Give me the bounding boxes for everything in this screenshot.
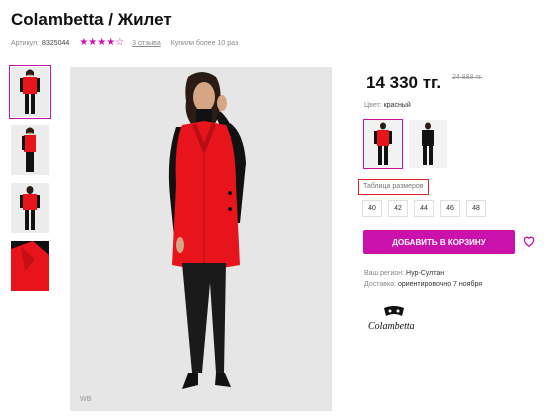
model-photo (70, 67, 332, 411)
old-price: 24 888 тг. (452, 74, 483, 81)
region-info: Ваш регион: Нур-Султан (364, 270, 444, 277)
svg-text:Colambetta: Colambetta (368, 321, 415, 332)
current-price: 14 330 тг. (366, 73, 442, 92)
size-option[interactable]: 46 (440, 200, 460, 217)
add-to-cart-button[interactable]: ДОБАВИТЬ В КОРЗИНУ (363, 230, 515, 254)
star-icon: ★ (97, 37, 107, 48)
color-label: Цвет: красный (364, 102, 411, 109)
color-option-black[interactable] (409, 120, 447, 168)
brand-logo[interactable]: Colambetta (366, 304, 422, 334)
heart-icon[interactable] (522, 234, 536, 248)
reviews-link[interactable]: 3 отзыва (132, 40, 161, 47)
size-options: 40 42 44 46 48 (362, 200, 492, 217)
sku-value: 8325044 (42, 39, 70, 47)
product-meta: Артикул: 8325044 ★ ★ ★ ★ ☆ 3 отзыва Купи… (11, 38, 238, 48)
region-label: Ваш регион: (364, 270, 405, 277)
star-empty-icon: ☆ (115, 37, 125, 48)
size-option[interactable]: 44 (414, 200, 434, 217)
star-icon: ★ (106, 37, 116, 48)
size-table-link[interactable]: Таблица размеров (358, 179, 429, 195)
size-option[interactable]: 42 (388, 200, 408, 217)
delivery-info: Доставка: ориентировочно 7 ноября (364, 281, 482, 288)
thumbnail-list (9, 65, 51, 299)
delivery-value: ориентировочно 7 ноября (397, 281, 483, 288)
size-option[interactable]: 40 (362, 200, 382, 217)
thumbnail-detail[interactable] (11, 241, 49, 291)
bought-count: Купили более 10 раз (170, 39, 239, 47)
main-product-photo[interactable]: WB (70, 67, 332, 411)
thumbnail-back[interactable] (11, 183, 49, 233)
rating-stars[interactable]: ★ ★ ★ ★ ☆ (79, 38, 124, 48)
star-icon: ★ (79, 37, 89, 48)
sku-label: Артикул: (11, 39, 40, 47)
delivery-label: Доставка: (364, 281, 397, 288)
size-option[interactable]: 48 (466, 200, 486, 217)
star-icon: ★ (88, 37, 98, 48)
color-label-text: Цвет: (364, 102, 382, 109)
thumbnail-side[interactable] (11, 125, 49, 175)
color-option-red[interactable] (363, 119, 403, 169)
color-value: красный (383, 102, 411, 109)
watermark: WB (80, 396, 92, 403)
thumbnail-front[interactable] (9, 65, 51, 119)
region-value[interactable]: Нур-Султан (406, 270, 444, 277)
product-title: Colambetta / Жилет (11, 10, 172, 29)
